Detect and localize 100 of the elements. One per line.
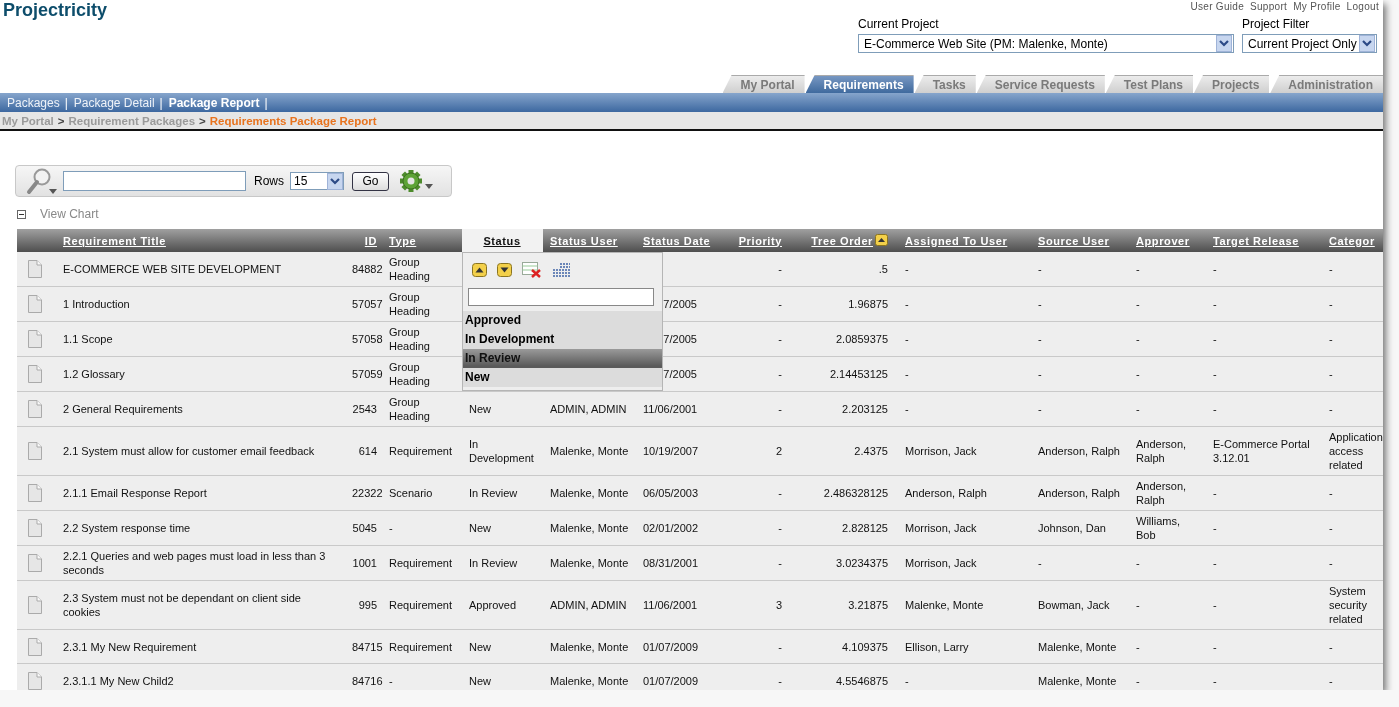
table-cell: New bbox=[462, 391, 543, 427]
table-cell: - bbox=[725, 321, 790, 357]
table-cell: 2.203125 bbox=[790, 391, 895, 427]
filter-option[interactable]: Approved bbox=[463, 311, 662, 330]
filter-field[interactable] bbox=[468, 288, 654, 306]
header-link[interactable]: My Profile bbox=[1293, 1, 1341, 12]
table-cell: - bbox=[1128, 286, 1205, 322]
table-cell: Morrison, Jack bbox=[895, 510, 1030, 546]
sort-ascending-icon[interactable] bbox=[472, 263, 487, 277]
table-cell: 57057 bbox=[345, 286, 385, 322]
search-field[interactable] bbox=[63, 171, 246, 191]
document-icon bbox=[27, 596, 43, 614]
document-icon bbox=[27, 330, 43, 348]
requirement-title[interactable]: 2.2.1 Queries and web pages must load in less than 3 seconds bbox=[55, 545, 345, 581]
search-icon[interactable] bbox=[25, 167, 57, 195]
header-link[interactable]: Support bbox=[1250, 1, 1288, 12]
header-link[interactable]: Logout bbox=[1346, 1, 1379, 12]
subnav-link[interactable]: Packages bbox=[7, 95, 60, 110]
sort-ascending-icon[interactable] bbox=[875, 234, 888, 246]
table-cell: Group Heading bbox=[385, 356, 462, 392]
table-cell: ADMIN, ADMIN bbox=[543, 580, 635, 630]
table-cell: Requirement bbox=[385, 629, 462, 664]
column-header[interactable]: Priority bbox=[725, 229, 790, 252]
table-cell: Morrison, Jack bbox=[895, 426, 1030, 476]
nav-tab[interactable]: Service Requests bbox=[976, 75, 1105, 93]
requirement-title[interactable]: 2.2 System response time bbox=[55, 510, 345, 546]
table-cell: - bbox=[1205, 475, 1320, 511]
nav-tab[interactable]: Tasks bbox=[914, 75, 976, 93]
filter-option[interactable]: In Development bbox=[463, 330, 662, 349]
gear-icon[interactable] bbox=[399, 169, 435, 193]
column-header[interactable]: Type bbox=[385, 229, 462, 252]
nav-tab[interactable]: Test Plans bbox=[1105, 75, 1193, 93]
table-cell: - bbox=[1320, 545, 1383, 581]
table-cell: In Review bbox=[462, 545, 543, 581]
requirement-title[interactable]: 2.3 System must not be dependant on client side cookies bbox=[55, 580, 345, 630]
column-header[interactable]: Status User bbox=[543, 229, 635, 252]
requirement-title[interactable]: 1 Introduction bbox=[55, 286, 345, 322]
table-cell: Malenke, Monte bbox=[543, 426, 635, 476]
field-label: Project Filter bbox=[1242, 17, 1311, 31]
subnav-link[interactable]: Package Report bbox=[168, 95, 260, 110]
column-header[interactable]: Status Date bbox=[635, 229, 725, 252]
requirement-title[interactable]: 1.2 Glossary bbox=[55, 356, 345, 392]
column-header[interactable]: Tree Order bbox=[790, 229, 895, 252]
filter-option[interactable]: New bbox=[463, 368, 662, 387]
table-cell: - bbox=[1030, 321, 1128, 357]
filter-option[interactable]: In Review bbox=[463, 349, 662, 368]
table-cell: - bbox=[1128, 580, 1205, 630]
column-header[interactable]: Source User bbox=[1030, 229, 1128, 252]
column-header[interactable]: Categor bbox=[1320, 229, 1383, 252]
table-cell: In Review bbox=[462, 475, 543, 511]
column-header[interactable]: Assigned To User bbox=[895, 229, 1030, 252]
table-cell: - bbox=[1205, 663, 1320, 690]
table-cell: - bbox=[725, 629, 790, 664]
table-cell: Malenke, Monte bbox=[543, 475, 635, 511]
remove-filter-icon[interactable] bbox=[522, 262, 542, 278]
table-cell: 08/31/2001 bbox=[635, 545, 725, 581]
table-cell: 2.0859375 bbox=[790, 321, 895, 357]
table-cell: 2 bbox=[725, 426, 790, 476]
go-button[interactable]: Go bbox=[352, 171, 389, 191]
column-header[interactable]: Status bbox=[462, 229, 543, 252]
table-cell: - bbox=[1205, 252, 1320, 287]
column-header[interactable]: Requirement Title bbox=[55, 229, 345, 252]
sort-descending-icon[interactable] bbox=[497, 263, 512, 277]
project-select[interactable]: E-Commerce Web Site (PM: Malenke, Monte) bbox=[858, 34, 1234, 53]
table-cell: Morrison, Jack bbox=[895, 545, 1030, 581]
table-cell: 11/06/2001 bbox=[635, 580, 725, 630]
table-cell: E-Commerce Portal 3.12.01 bbox=[1205, 426, 1320, 476]
column-header[interactable]: ID bbox=[345, 229, 385, 252]
table-cell: 84715 bbox=[345, 629, 385, 664]
view-chart-link[interactable]: View Chart bbox=[40, 207, 99, 221]
requirement-title[interactable]: E-COMMERCE WEB SITE DEVELOPMENT bbox=[55, 252, 345, 287]
nav-tab[interactable]: Administration bbox=[1270, 75, 1383, 93]
rows-select[interactable]: 15 bbox=[290, 172, 344, 190]
subnav-link[interactable]: Package Detail bbox=[73, 95, 155, 110]
table-cell: - bbox=[895, 663, 1030, 690]
collapse-icon[interactable] bbox=[17, 209, 26, 219]
table-cell: - bbox=[1205, 286, 1320, 322]
table-cell: Approved bbox=[462, 580, 543, 630]
table-cell: Requirement bbox=[385, 426, 462, 476]
nav-tab[interactable]: My Portal bbox=[722, 75, 805, 93]
table-cell: - bbox=[725, 252, 790, 287]
requirement-title[interactable]: 2.3.1 My New Requirement bbox=[55, 629, 345, 664]
header-link[interactable]: User Guide bbox=[1190, 1, 1245, 12]
requirement-title[interactable]: 2 General Requirements bbox=[55, 391, 345, 427]
table-cell: 3 bbox=[725, 580, 790, 630]
table-cell: Malenke, Monte bbox=[543, 510, 635, 546]
requirement-title[interactable]: 2.3.1.1 My New Child2 bbox=[55, 663, 345, 690]
table-cell: - bbox=[1030, 391, 1128, 427]
table-cell: - bbox=[895, 321, 1030, 357]
table-cell: - bbox=[1205, 510, 1320, 546]
requirement-title[interactable]: 2.1.1 Email Response Report bbox=[55, 475, 345, 511]
requirement-title[interactable]: 1.1 Scope bbox=[55, 321, 345, 357]
column-header[interactable]: Approver bbox=[1128, 229, 1205, 252]
nav-tab[interactable]: Projects bbox=[1193, 75, 1270, 93]
document-icon bbox=[27, 365, 43, 383]
columns-icon[interactable] bbox=[552, 261, 570, 279]
column-header[interactable]: Target Release bbox=[1205, 229, 1320, 252]
nav-tab[interactable]: Requirements bbox=[805, 75, 914, 93]
project-select[interactable]: Current Project Only bbox=[1242, 34, 1377, 53]
requirement-title[interactable]: 2.1 System must allow for customer email feedback bbox=[55, 426, 345, 476]
